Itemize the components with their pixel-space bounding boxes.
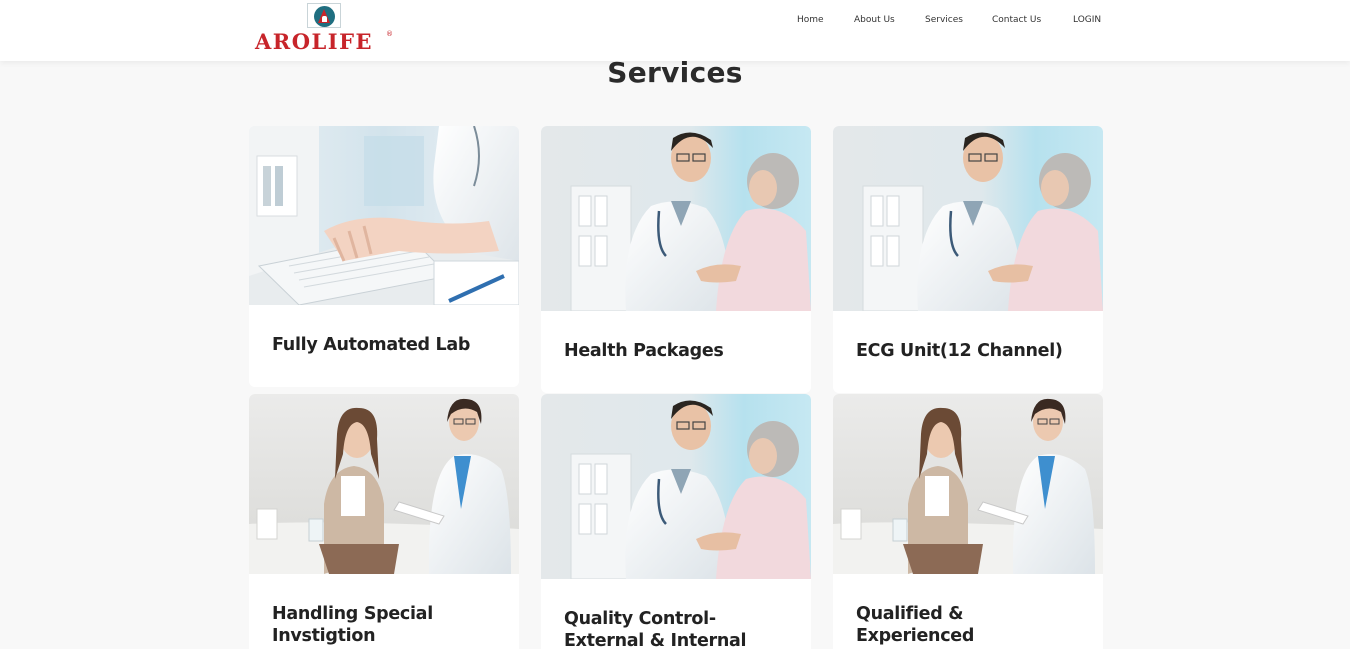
registered-mark: ® [386, 30, 393, 38]
brand-logo[interactable]: AROLIFE ® [255, 3, 395, 55]
service-card[interactable]: Fully Automated Lab [249, 126, 519, 387]
consultation-photo [833, 394, 1103, 574]
nav-about-us[interactable]: About Us [854, 14, 895, 26]
service-card[interactable]: Health Packages [541, 126, 811, 393]
service-title: Fully Automated Lab [272, 335, 471, 355]
arolife-logo-icon [307, 3, 341, 28]
service-title: Handling Special Invstigtion [272, 604, 433, 646]
service-title: ECG Unit(12 Channel) [856, 341, 1063, 361]
service-card[interactable]: ECG Unit(12 Channel) [833, 126, 1103, 393]
nav-contact-us[interactable]: Contact Us [992, 14, 1041, 26]
service-card[interactable]: Qualified & Experienced Technicians [833, 394, 1103, 649]
nav-services[interactable]: Services [925, 14, 963, 26]
consultation-photo [249, 394, 519, 574]
service-title: Health Packages [564, 341, 724, 361]
service-card[interactable]: Handling Special Invstigtion [249, 394, 519, 649]
service-card[interactable]: Quality Control-External & Internal [541, 394, 811, 649]
lab-keyboard-photo [249, 126, 519, 305]
service-title: Qualified & Experienced Technicians [856, 604, 975, 649]
brand-name: AROLIFE [255, 29, 374, 54]
doctor-patient-photo [541, 394, 811, 579]
doctor-patient-photo [541, 126, 811, 311]
nav-home[interactable]: Home [797, 14, 824, 26]
service-title: Quality Control-External & Internal [564, 609, 747, 649]
doctor-patient-photo [833, 126, 1103, 311]
nav-login[interactable]: LOGIN [1073, 14, 1101, 26]
site-header: AROLIFE ® Home About Us Services Contact… [0, 0, 1350, 61]
